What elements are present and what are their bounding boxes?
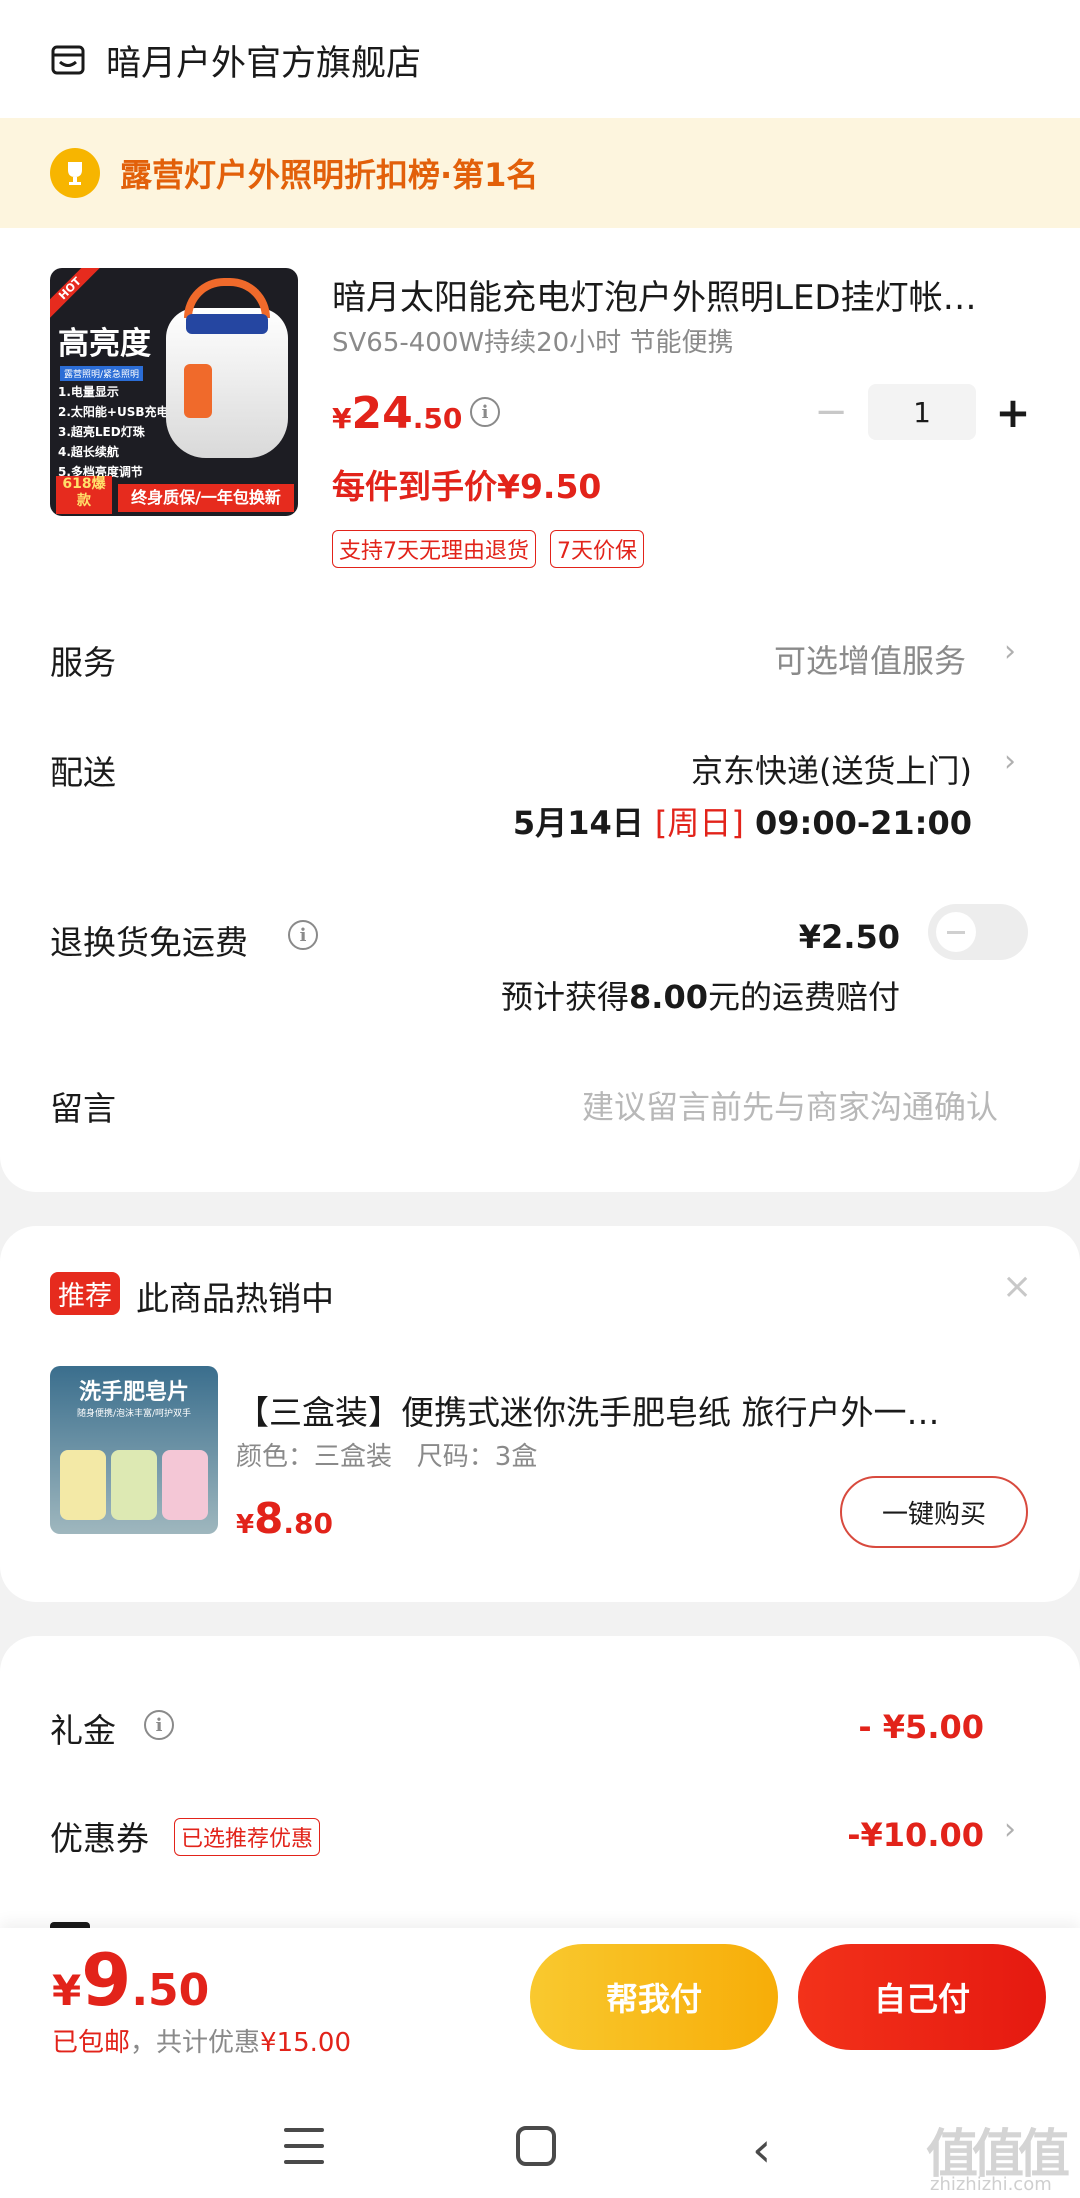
delivery-method[interactable]: 京东快递(送货上门) — [691, 746, 972, 792]
image-banner: 终身质保/一年包换新 — [118, 484, 294, 512]
reco-price-currency: ¥ — [236, 1510, 255, 1540]
delivery-hours: 09:00-21:00 — [755, 804, 972, 842]
help-pay-button[interactable]: 帮我付 — [530, 1944, 778, 2050]
reco-image-headline: 洗手肥皂片 — [78, 1380, 189, 1405]
product-spec[interactable]: SV65-400W持续20小时 节能便携 — [332, 322, 733, 359]
return-shipping-label: 退换货免运费 — [50, 923, 248, 962]
recommend-card: 推荐 此商品热销中 × 洗手肥皂片 随身便携/泡沫丰富/呵护双手 【三盒装】便携… — [0, 1226, 1080, 1602]
price-protect-tag: 7天价保 — [550, 530, 644, 568]
note-amount: 8.00 — [629, 978, 708, 1016]
recommend-image[interactable]: 洗手肥皂片 随身便携/泡沫丰富/呵护双手 — [50, 1366, 218, 1534]
decrease-button[interactable]: − — [806, 389, 856, 435]
image-subline: 露营照明/紧急照明 — [60, 366, 144, 381]
message-input[interactable]: 建议留言前先与商家沟通确认 — [582, 1082, 998, 1128]
note-prefix: 预计获得 — [501, 978, 630, 1016]
shipping-status: 已包邮 — [52, 2028, 131, 2058]
coupon-tag: 已选推荐优惠 — [174, 1818, 321, 1856]
image-headline: 高亮度 — [58, 326, 151, 362]
close-icon[interactable]: × — [1002, 1266, 1032, 1307]
quantity-field[interactable]: 1 — [868, 384, 976, 440]
note-suffix: 元的运费赔付 — [707, 978, 900, 1016]
reco-price-integer: 8 — [254, 1494, 284, 1543]
quantity-stepper: − 1 + — [806, 384, 1038, 440]
recommend-item-name[interactable]: 【三盒装】便携式迷你洗手肥皂纸 旅行户外一… — [236, 1386, 1010, 1434]
gift-value: - ¥5.00 — [858, 1708, 984, 1746]
delivery-label: 配送 — [50, 753, 116, 792]
return-info-icon[interactable]: i — [288, 920, 318, 950]
return-shipping-price: ¥2.50 — [798, 918, 900, 956]
system-nav-bar: ‹ 值值值 zhizhizhi.com — [0, 2098, 1080, 2198]
price-integer: 24 — [351, 388, 413, 439]
service-label: 服务 — [50, 643, 116, 682]
return-shipping-toggle[interactable] — [928, 904, 1028, 960]
total-price: ¥ 9 .50 — [52, 1938, 209, 2022]
discount-total: ¥15.00 — [260, 2028, 352, 2058]
increase-button[interactable]: + — [988, 388, 1038, 437]
trophy-icon — [50, 148, 100, 198]
discount-prefix: ，共计优惠 — [130, 2028, 261, 2058]
gift-info-icon[interactable]: i — [144, 1710, 174, 1740]
gift-label: 礼金 — [50, 1711, 116, 1750]
delivery-date: 5月14日 — [512, 804, 644, 842]
product-image[interactable]: HOT 高亮度 露营照明/紧急照明 1.电量显示 2.太阳能+USB充电 3.超… — [50, 268, 298, 516]
recommend-price: ¥ 8 .80 — [236, 1494, 333, 1543]
menu-icon[interactable] — [284, 2128, 324, 2164]
pay-bar: ¥ 9 .50 已包邮，共计优惠¥15.00 帮我付 自己付 — [0, 1928, 1080, 2098]
hot-badge: HOT — [50, 268, 103, 322]
home-icon[interactable] — [516, 2126, 556, 2166]
store-header[interactable]: 暗月户外官方旗舰店 — [50, 30, 421, 90]
image-features: 1.电量显示 2.太阳能+USB充电 3.超亮LED灯珠 4.超长续航 5.多档… — [58, 385, 169, 479]
service-value[interactable]: 可选增值服务 — [774, 636, 966, 682]
coupon-chevron-icon[interactable]: › — [1004, 1812, 1016, 1847]
order-card: 暗月户外官方旗舰店 露营灯户外照明折扣榜·第1名 HOT 高亮度 露营照明/紧急… — [0, 0, 1080, 1192]
one-click-buy-button[interactable]: 一键购买 — [840, 1476, 1028, 1548]
return-shipping-note: 预计获得8.00元的运费赔付 — [501, 972, 900, 1018]
coupon-label: 优惠券 — [50, 1819, 149, 1858]
total-integer: 9 — [81, 1938, 132, 2022]
delivery-chevron-icon[interactable]: › — [1004, 744, 1016, 779]
lamp-illustration — [166, 278, 288, 458]
price-decimal: .50 — [412, 402, 463, 435]
delivery-day: [周日] — [654, 804, 744, 842]
price-info-icon[interactable]: i — [470, 397, 500, 427]
self-pay-button[interactable]: 自己付 — [798, 1944, 1046, 2050]
total-currency: ¥ — [52, 1966, 82, 2015]
product-title[interactable]: 暗月太阳能充电灯泡户外照明LED挂灯帐… — [332, 270, 1032, 319]
recommend-badge: 推荐 — [50, 1272, 120, 1315]
reco-price-decimal: .80 — [283, 1507, 333, 1540]
watermark-url: zhizhizhi.com — [930, 2174, 1052, 2195]
delivery-time: 5月14日 [周日] 09:00-21:00 — [513, 798, 972, 844]
message-label: 留言 — [50, 1089, 116, 1128]
image-618-badge: 618爆款 — [56, 476, 112, 514]
ranking-banner[interactable]: 露营灯户外照明折扣榜·第1名 — [0, 118, 1080, 228]
store-icon — [51, 45, 85, 75]
store-name[interactable]: 暗月户外官方旗舰店 — [106, 35, 421, 86]
service-chevron-icon[interactable]: › — [1004, 634, 1016, 669]
recommend-title: 此商品热销中 — [136, 1279, 334, 1318]
product-price: ¥ 24 .50 — [332, 388, 462, 439]
service-tags: 支持7天无理由退货 7天价保 — [332, 530, 658, 568]
coupon-value[interactable]: -¥10.00 — [847, 1816, 984, 1854]
reco-image-subline: 随身便携/泡沫丰富/呵护双手 — [76, 1409, 192, 1419]
total-subtext: 已包邮，共计优惠¥15.00 — [52, 2022, 351, 2059]
arrive-price: 每件到手价¥9.50 — [332, 467, 602, 506]
recommend-item-spec: 颜色：三盒装 尺码：3盒 — [236, 1442, 538, 1472]
ranking-label: 露营灯户外照明折扣榜·第1名 — [120, 156, 539, 194]
price-currency: ¥ — [332, 402, 352, 435]
back-icon[interactable]: ‹ — [752, 2122, 771, 2178]
return-tag: 支持7天无理由退货 — [332, 530, 536, 568]
total-decimal: .50 — [131, 1965, 210, 2016]
